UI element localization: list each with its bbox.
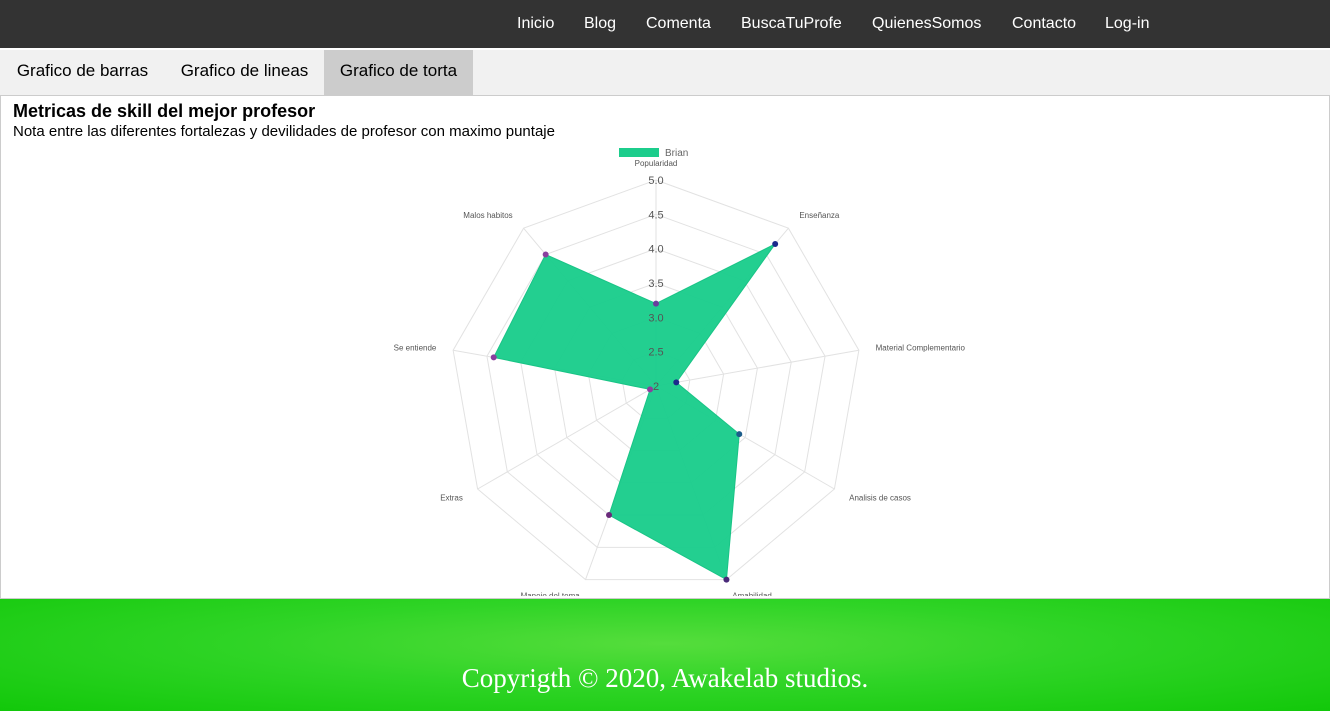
axis-label: Manejo del tema: [521, 592, 581, 596]
footer-copyright: Copyrigth © 2020, Awakelab studios.: [461, 663, 869, 693]
tab-pie-chart[interactable]: Grafico de torta: [324, 50, 473, 95]
data-point: [542, 251, 549, 258]
data-point: [647, 386, 654, 393]
data-point: [673, 379, 680, 386]
tick-label: 2: [653, 381, 659, 393]
data-point: [736, 431, 743, 438]
top-navigation: Inicio Blog Comenta BuscaTuProfe Quienes…: [0, 0, 1330, 48]
axis-label: Malos habitos: [463, 211, 512, 220]
axis-label: Extras: [440, 494, 463, 503]
data-point: [772, 240, 779, 247]
legend-label: Brian: [665, 148, 688, 159]
data-point: [490, 354, 497, 361]
tab-bar-chart[interactable]: Grafico de barras: [0, 50, 165, 95]
tick-label: 3.5: [648, 278, 663, 290]
nav-link-contacto[interactable]: Contacto: [1012, 0, 1076, 48]
footer: Copyrigth © 2020, Awakelab studios.: [0, 599, 1330, 711]
tab-line-chart[interactable]: Grafico de lineas: [165, 50, 324, 95]
tick-label: 4.0: [648, 244, 663, 256]
axis-label: Amabilidad: [732, 592, 772, 596]
tick-label: 3.0: [648, 312, 663, 324]
chart-tabs: Grafico de barras Grafico de lineas Graf…: [0, 50, 1330, 96]
data-point: [606, 512, 613, 519]
nav-link-login[interactable]: Log-in: [1105, 0, 1149, 48]
series-area: [492, 243, 776, 581]
axis-label: Analisis de casos: [849, 494, 911, 503]
tick-label: 4.5: [648, 209, 663, 221]
data-point: [653, 300, 659, 307]
nav-link-quienessomos[interactable]: QuienesSomos: [872, 0, 981, 48]
nav-link-inicio[interactable]: Inicio: [517, 0, 554, 48]
tick-label: 2.5: [648, 347, 663, 359]
tick-label: 5.0: [648, 175, 663, 187]
nav-link-blog[interactable]: Blog: [584, 0, 616, 48]
radar-chart: 5.0 4.5 4.0 3.5 3.0 2.5 2 Popularidad Enseñanza M…: [394, 148, 966, 596]
nav-link-comenta[interactable]: Comenta: [646, 0, 711, 48]
axis-label: Popularidad: [635, 159, 678, 168]
axis-label: Enseñanza: [799, 211, 840, 220]
legend-swatch: [619, 148, 659, 157]
nav-link-buscatuprofe[interactable]: BuscaTuProfe: [741, 0, 842, 48]
axis-label: Se entiende: [394, 343, 437, 352]
axis-label: Material Complementario: [876, 343, 966, 352]
data-point: [723, 576, 730, 583]
